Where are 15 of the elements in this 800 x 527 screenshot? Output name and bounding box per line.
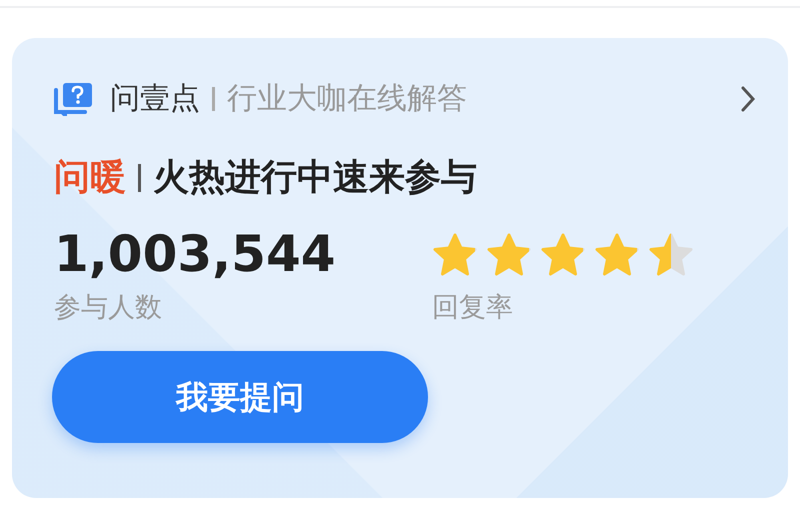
star-icon — [594, 232, 640, 276]
star-icon — [648, 232, 694, 276]
star-icon — [432, 232, 478, 276]
participant-count: 1,003,544 — [54, 227, 337, 282]
chevron-right-icon[interactable] — [740, 84, 756, 112]
star-icon — [540, 232, 586, 276]
star-icon — [486, 232, 532, 276]
stat-label: 参与人数 — [54, 291, 163, 325]
subtitle: 行业大咖在线解答 — [227, 80, 467, 118]
brand-name: 问壹点 — [110, 80, 200, 118]
stat-label: 回复率 — [432, 291, 514, 325]
question-icon — [54, 82, 94, 116]
headline-tag: 问暖 — [54, 151, 126, 205]
ask-button[interactable]: 我要提问 — [52, 350, 428, 442]
headline: 火热进行中速来参与 — [153, 156, 477, 200]
